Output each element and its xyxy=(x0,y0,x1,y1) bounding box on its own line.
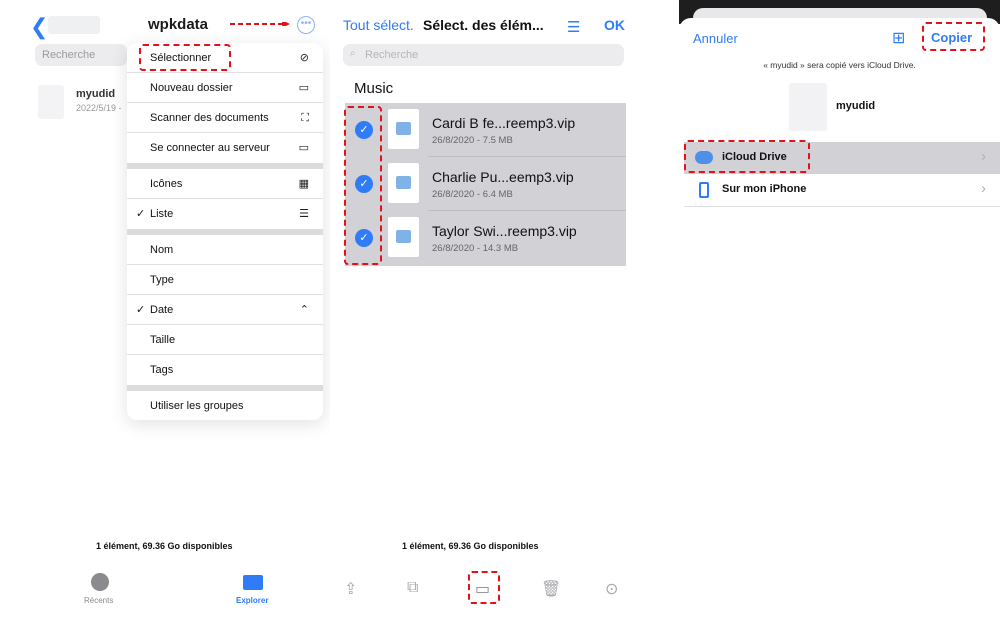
back-label-blurred xyxy=(48,16,100,34)
files-browser-panel: ❮ wpkdata ••• Recherche myudid 2022/5/19… xyxy=(0,0,330,619)
menu-item-date[interactable]: ✓ Date ⌃ xyxy=(127,295,323,325)
menu-item-use-groups[interactable]: Utiliser les groupes xyxy=(127,391,323,420)
chevron-right-icon: › xyxy=(981,148,986,165)
doc-scanner-icon: ⛶ xyxy=(301,112,309,124)
file-date: 2022/5/19 - xyxy=(76,103,122,113)
highlight-icloud-box xyxy=(684,140,810,173)
menu-item-icons[interactable]: Icônes ▦ xyxy=(127,169,323,199)
menu-item-label: Se connecter au serveur xyxy=(150,142,270,154)
menu-item-label: Utiliser les groupes xyxy=(150,400,244,412)
file-name: Taylor Swi...reemp3.vip xyxy=(432,223,577,239)
grid-icon: ▦ xyxy=(298,178,309,190)
page-title: wpkdata xyxy=(148,16,209,33)
copy-message: « myudid » sera copié vers iCloud Drive. xyxy=(763,60,916,70)
cancel-button[interactable]: Annuler xyxy=(693,31,738,46)
menu-item-name[interactable]: Nom xyxy=(127,235,323,265)
storage-status: 1 élément, 69.36 Go disponibles xyxy=(96,541,233,551)
file-thumbnail xyxy=(789,83,827,131)
tab-recent[interactable]: Récents xyxy=(84,596,113,605)
monitor-icon: ▭ xyxy=(298,142,309,154)
tab-explore[interactable]: Explorer xyxy=(236,596,268,605)
audio-file-icon xyxy=(388,163,419,203)
search-input[interactable]: Recherche xyxy=(343,44,624,66)
file-meta: 26/8/2020 - 7.5 MB xyxy=(432,135,513,146)
file-name: myudid xyxy=(836,100,876,112)
section-header: Music xyxy=(354,80,394,97)
ok-button[interactable]: OK xyxy=(604,17,625,33)
duplicate-icon[interactable]: ⧉ xyxy=(407,579,418,597)
menu-item-label: Scanner des documents xyxy=(150,112,269,124)
trash-icon[interactable]: 🗑 xyxy=(541,579,561,599)
menu-item-new-folder[interactable]: Nouveau dossier ▭ xyxy=(127,73,323,103)
menu-item-label: Taille xyxy=(150,334,176,346)
file-name[interactable]: myudid xyxy=(76,88,115,100)
selection-panel: Tout sélect. Sélect. des élém... ☰ OK Re… xyxy=(335,0,630,619)
highlight-checkboxes-box xyxy=(344,106,382,265)
file-meta: 26/8/2020 - 6.4 MB xyxy=(432,189,513,200)
checkmark-icon: ✓ xyxy=(136,208,146,220)
menu-item-label: Nom xyxy=(150,244,174,256)
location-on-my-iphone[interactable]: Sur mon iPhone › xyxy=(684,174,1000,207)
folder-plus-icon: ▭ xyxy=(298,82,309,94)
highlight-copy-box xyxy=(922,22,985,51)
list-view-icon[interactable]: ☰ xyxy=(567,18,580,36)
search-icon: ⌕ xyxy=(350,48,356,59)
list-item[interactable]: ✓ Taylor Swi...reemp3.vip 26/8/2020 - 14… xyxy=(345,211,626,265)
ellipsis-circle-icon[interactable]: ••• xyxy=(297,16,315,34)
new-folder-icon[interactable]: ⊞ xyxy=(892,28,905,48)
audio-file-icon xyxy=(388,217,419,257)
menu-item-label: Tags xyxy=(150,364,174,376)
menu-item-connect-server[interactable]: Se connecter au serveur ▭ xyxy=(127,133,323,163)
menu-item-label: Liste xyxy=(150,208,174,220)
file-list: ✓ Cardi B fe...reemp3.vip 26/8/2020 - 7.… xyxy=(345,103,626,266)
file-meta: 26/8/2020 - 14.3 MB xyxy=(432,243,519,254)
menu-item-label: Icônes xyxy=(150,178,183,190)
highlight-move-box xyxy=(468,571,500,604)
share-icon[interactable]: ⇪ xyxy=(344,579,357,599)
list-icon: ☰ xyxy=(299,208,309,220)
menu-item-type[interactable]: Type xyxy=(127,265,323,295)
annotation-arrow-icon xyxy=(230,22,290,26)
page-title: Sélect. des élém... xyxy=(423,17,544,33)
file-name: Cardi B fe...reemp3.vip xyxy=(432,115,576,131)
highlight-select-box xyxy=(139,44,231,71)
search-input[interactable]: Recherche xyxy=(35,44,127,66)
menu-item-label: Nouveau dossier xyxy=(150,82,233,94)
clock-icon[interactable] xyxy=(91,573,109,591)
list-item[interactable]: ✓ Cardi B fe...reemp3.vip 26/8/2020 - 7.… xyxy=(345,103,626,157)
menu-item-list[interactable]: ✓ Liste ☰ xyxy=(127,199,323,229)
chevron-right-icon: › xyxy=(981,180,986,197)
checkmark-icon: ✓ xyxy=(136,304,146,316)
file-thumbnail[interactable] xyxy=(38,85,64,119)
storage-status: 1 élément, 69.36 Go disponibles xyxy=(402,541,539,551)
location-label: Sur mon iPhone xyxy=(722,183,807,195)
menu-item-size[interactable]: Taille xyxy=(127,325,323,355)
copy-destination-panel: Annuler ⊞ Copier « myudid » sera copié v… xyxy=(679,0,1000,619)
menu-item-label: Type xyxy=(150,274,174,286)
list-item[interactable]: ✓ Charlie Pu...eemp3.vip 26/8/2020 - 6.4… xyxy=(345,157,626,211)
checkmark-circle-icon: ⊘ xyxy=(299,52,309,64)
menu-item-label: Date xyxy=(150,304,174,316)
audio-file-icon xyxy=(388,109,419,149)
menu-item-tags[interactable]: Tags xyxy=(127,355,323,385)
chevron-up-icon: ⌃ xyxy=(299,304,309,316)
menu-item-scan[interactable]: Scanner des documents ⛶ xyxy=(127,103,323,133)
iphone-icon xyxy=(699,182,709,198)
select-all-button[interactable]: Tout sélect. xyxy=(343,17,414,33)
back-chevron-icon[interactable]: ❮ xyxy=(30,14,48,40)
file-name: Charlie Pu...eemp3.vip xyxy=(432,169,574,185)
folder-icon[interactable] xyxy=(243,575,263,590)
more-icon[interactable]: ⊙ xyxy=(605,579,618,599)
options-menu: Sélectionner ⊘ Nouveau dossier ▭ Scanner… xyxy=(127,43,323,420)
